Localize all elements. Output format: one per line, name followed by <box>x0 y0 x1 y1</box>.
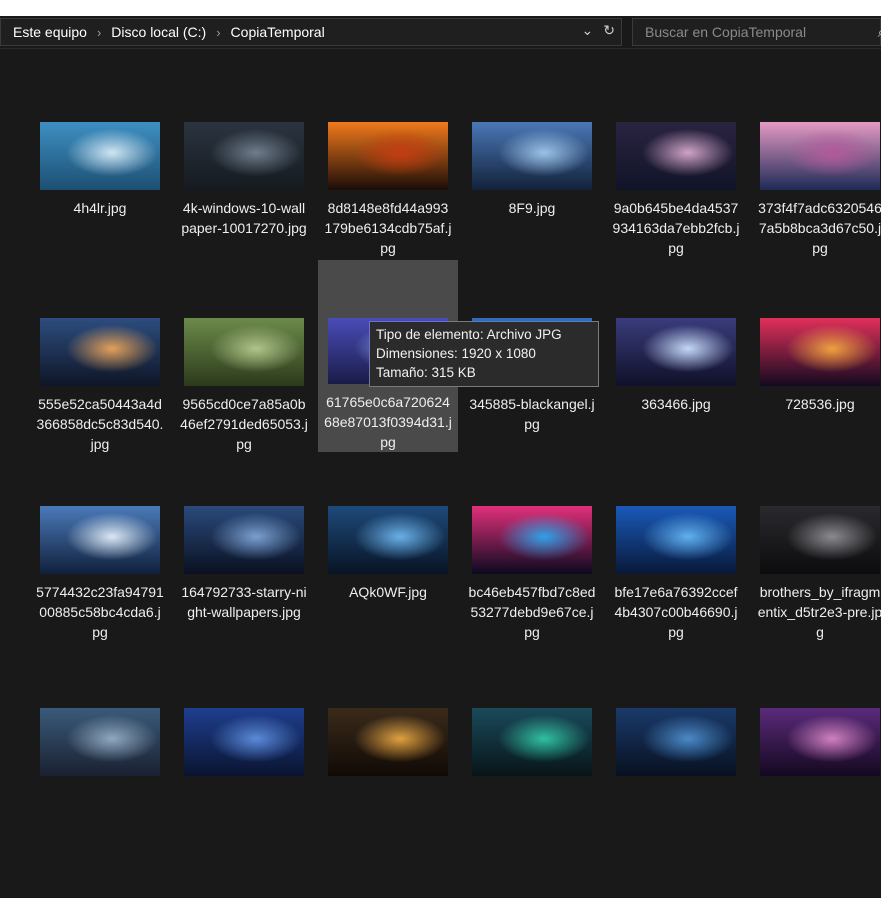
file-thumbnail <box>184 708 304 776</box>
file-thumbnail <box>40 318 160 386</box>
file-name: bfe17e6a76392ccef4b4307c00b46690.jpg <box>614 584 738 640</box>
file-thumbnail <box>40 122 160 190</box>
file-thumbnail <box>760 708 880 776</box>
file-name: 4h4lr.jpg <box>73 200 127 216</box>
address-bar-row: Este equipo › Disco local (C:) › CopiaTe… <box>0 16 881 49</box>
file-thumbnail <box>472 506 592 574</box>
file-thumbnail <box>616 318 736 386</box>
file-thumbnail <box>472 708 592 776</box>
file-name: 555e52ca50443a4d366858dc5c83d540.jpg <box>36 396 164 452</box>
file-item[interactable]: 164792733-starry-night-wallpapers.jpg <box>174 506 314 696</box>
file-item[interactable]: 8F9.jpg <box>462 122 602 312</box>
file-name: 9565cd0ce7a85a0b46ef2791ded65053.jpg <box>180 396 308 452</box>
breadcrumb-separator-icon[interactable]: › <box>89 25 109 40</box>
address-bar[interactable]: Este equipo › Disco local (C:) › CopiaTe… <box>0 18 622 46</box>
file-item[interactable]: brothers_by_ifragmentix_d5tr2e3-pre.jpg <box>750 506 881 696</box>
search-icon[interactable]: ⌕ <box>878 24 881 41</box>
file-name: 8d8148e8fd44a993179be6134cdb75af.jpg <box>324 200 452 256</box>
breadcrumb-disco-local[interactable]: Disco local (C:) <box>109 24 208 40</box>
file-thumbnail <box>328 506 448 574</box>
file-item[interactable]: 4h4lr.jpg <box>30 122 170 312</box>
file-item[interactable] <box>30 708 170 898</box>
file-name: 363466.jpg <box>641 396 711 412</box>
file-item[interactable]: AQk0WF.jpg <box>318 506 458 696</box>
file-thumbnail <box>184 122 304 190</box>
file-thumbnail <box>472 122 592 190</box>
tooltip-dimensions: Dimensiones: 1920 x 1080 <box>376 346 536 361</box>
file-name: 5774432c23fa9479100885c58bc4cda6.jpg <box>36 584 164 640</box>
file-thumbnail <box>760 122 880 190</box>
window-top-strip <box>0 0 881 16</box>
file-name: 8F9.jpg <box>508 200 556 216</box>
file-item[interactable] <box>318 708 458 898</box>
file-tooltip: Tipo de elemento: Archivo JPG Dimensione… <box>369 321 599 387</box>
file-item[interactable] <box>606 708 746 898</box>
tooltip-size: Tamaño: 315 KB <box>376 365 476 380</box>
file-name: 4k-windows-10-wallpaper-10017270.jpg <box>181 200 307 236</box>
file-name: 164792733-starry-night-wallpapers.jpg <box>181 584 307 620</box>
file-thumbnail <box>184 318 304 386</box>
file-name: 373f4f7adc63205467a5b8bca3d67c50.jpg <box>758 200 881 256</box>
file-item[interactable]: 9565cd0ce7a85a0b46ef2791ded65053.jpg <box>174 318 314 508</box>
file-name: 9a0b645be4da4537934163da7ebb2fcb.jpg <box>612 200 740 256</box>
file-name: 728536.jpg <box>785 396 855 412</box>
file-name: brothers_by_ifragmentix_d5tr2e3-pre.jpg <box>757 584 881 640</box>
file-thumbnail <box>616 708 736 776</box>
file-thumbnail <box>40 708 160 776</box>
address-tools: ⌄ ↻ <box>582 22 615 39</box>
file-item[interactable] <box>750 708 881 898</box>
file-item[interactable]: 4k-windows-10-wallpaper-10017270.jpg <box>174 122 314 312</box>
file-name: bc46eb457fbd7c8ed53277debd9e67ce.jpg <box>468 584 596 640</box>
file-item[interactable]: 363466.jpg <box>606 318 746 508</box>
file-item[interactable]: bfe17e6a76392ccef4b4307c00b46690.jpg <box>606 506 746 696</box>
file-name: AQk0WF.jpg <box>349 584 427 600</box>
file-name: 61765e0c6a72062468e87013f0394d31.jpg <box>324 394 452 450</box>
file-item[interactable] <box>462 708 602 898</box>
tooltip-type: Tipo de elemento: Archivo JPG <box>376 327 562 342</box>
file-item[interactable]: 5774432c23fa9479100885c58bc4cda6.jpg <box>30 506 170 696</box>
file-thumbnail <box>616 506 736 574</box>
file-item[interactable]: 728536.jpg <box>750 318 881 508</box>
search-input[interactable] <box>645 24 855 40</box>
file-thumbnail <box>328 122 448 190</box>
file-item[interactable]: bc46eb457fbd7c8ed53277debd9e67ce.jpg <box>462 506 602 696</box>
breadcrumb-copia-temporal[interactable]: CopiaTemporal <box>229 24 327 40</box>
breadcrumb-separator-icon[interactable]: › <box>208 25 228 40</box>
breadcrumb-este-equipo[interactable]: Este equipo <box>11 24 89 40</box>
file-thumbnail <box>184 506 304 574</box>
file-item[interactable] <box>174 708 314 898</box>
file-thumbnail <box>760 318 880 386</box>
chevron-down-icon[interactable]: ⌄ <box>582 22 594 39</box>
file-thumbnail <box>616 122 736 190</box>
file-item[interactable]: 555e52ca50443a4d366858dc5c83d540.jpg <box>30 318 170 508</box>
file-name: 345885-blackangel.jpg <box>469 396 595 432</box>
refresh-icon[interactable]: ↻ <box>603 22 615 39</box>
file-thumbnail <box>40 506 160 574</box>
search-box[interactable]: ⌕ <box>632 18 881 46</box>
file-thumbnail <box>328 708 448 776</box>
file-thumbnail <box>760 506 880 574</box>
file-item[interactable]: 9a0b645be4da4537934163da7ebb2fcb.jpg <box>606 122 746 312</box>
file-item[interactable]: 373f4f7adc63205467a5b8bca3d67c50.jpg <box>750 122 881 312</box>
